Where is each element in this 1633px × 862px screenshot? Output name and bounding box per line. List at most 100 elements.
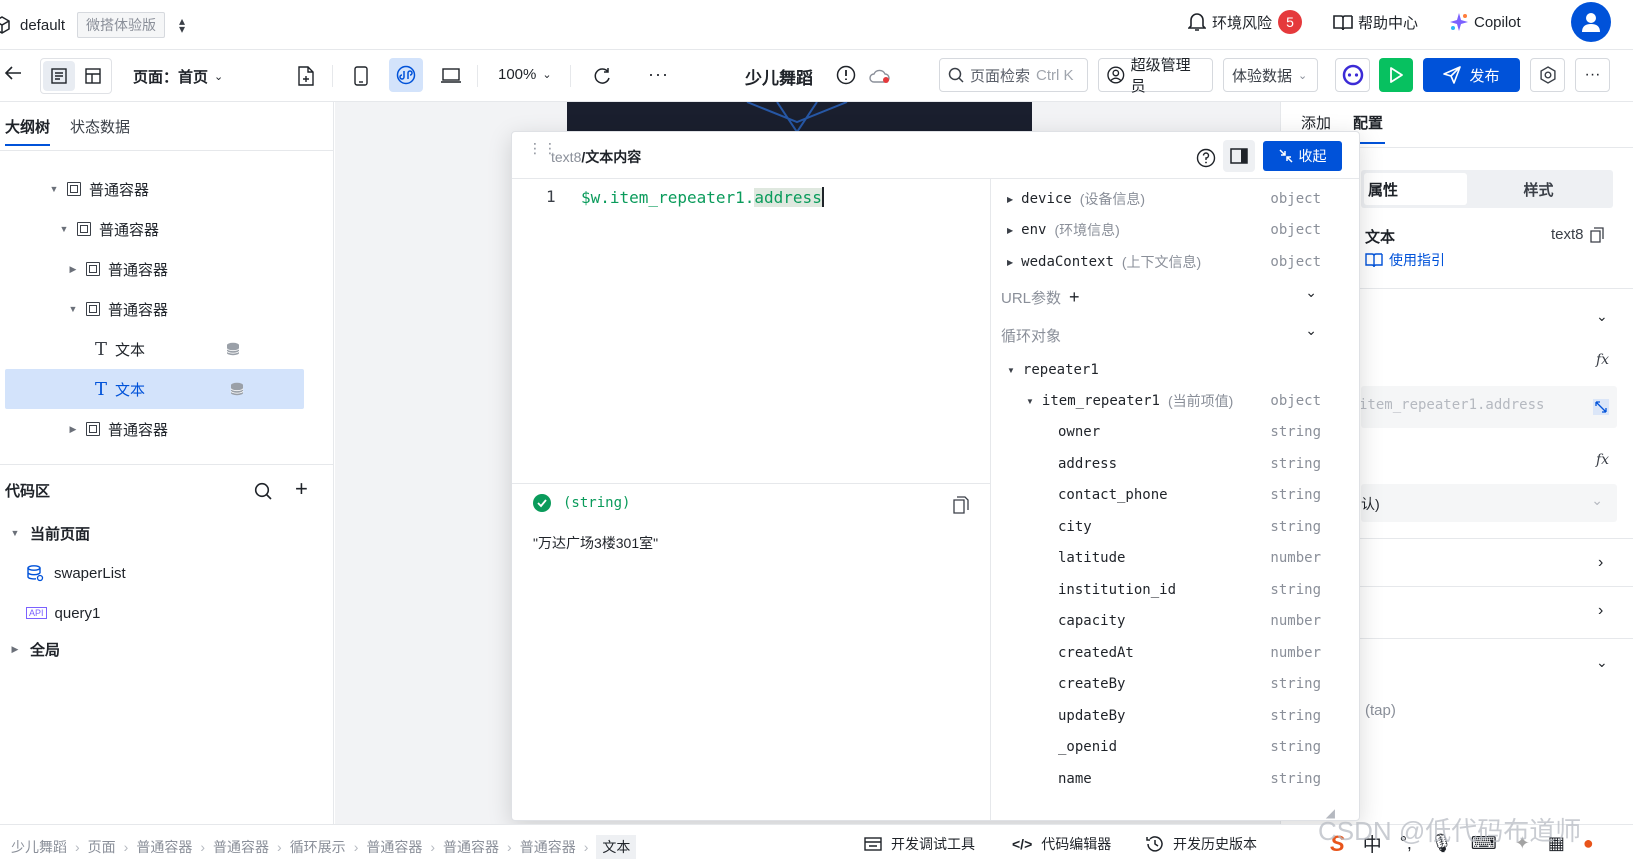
var-repeater1[interactable]: ▼ repeater1 xyxy=(991,355,1341,385)
code-editor-button[interactable]: </> 代码编辑器 xyxy=(1012,834,1111,854)
var-field[interactable]: owner string xyxy=(991,417,1341,447)
chevron-down-icon[interactable]: ⌄ xyxy=(1596,308,1608,325)
chevron-down-icon[interactable]: ⌄ xyxy=(1305,322,1317,339)
code-editor[interactable]: 1 $w.item_repeater1. address xyxy=(512,179,990,483)
expand-icon[interactable] xyxy=(1593,399,1609,415)
tree-current-page[interactable]: ▼ 当前页面 xyxy=(8,513,90,553)
breadcrumb-item[interactable]: 页面 xyxy=(88,837,116,857)
info-icon[interactable] xyxy=(836,65,856,85)
breadcrumb-item[interactable]: 文本 xyxy=(596,835,637,859)
cloud-sync-icon[interactable] xyxy=(868,68,890,84)
var-field[interactable]: institution_id string xyxy=(991,575,1341,605)
var-device[interactable]: ▶ device (设备信息) object xyxy=(991,184,1341,214)
caret-down-icon[interactable]: ▼ xyxy=(66,304,80,314)
copy-icon[interactable] xyxy=(1589,226,1604,243)
add-param-icon[interactable]: + xyxy=(1069,287,1080,308)
var-field[interactable]: _openid string xyxy=(991,732,1341,762)
code-item-swaperlist[interactable]: swaperList xyxy=(26,553,126,593)
breadcrumb-item[interactable]: 普通容器 xyxy=(520,837,576,857)
tree-node-text-selected[interactable]: T 文本 xyxy=(5,369,304,409)
var-field[interactable]: createdAt number xyxy=(991,638,1341,668)
tree-node-container[interactable]: ▼ 普通容器 xyxy=(57,209,159,249)
help-center-link[interactable]: 帮助中心 xyxy=(1333,12,1418,33)
loop-objects-section[interactable]: 循环对象 ⌄ xyxy=(991,320,1341,350)
breadcrumb-item[interactable]: 普通容器 xyxy=(213,837,269,857)
breadcrumb-item[interactable]: 少儿舞蹈 xyxy=(11,837,67,857)
tree-node-container[interactable]: ▼ 普通容器 xyxy=(66,289,168,329)
tab-config[interactable]: 配置 xyxy=(1353,112,1383,133)
breadcrumb-item[interactable]: 普通容器 xyxy=(136,837,192,857)
var-field[interactable]: updateBy string xyxy=(991,701,1341,731)
var-field[interactable]: capacity number xyxy=(991,606,1341,636)
chevron-down-icon[interactable]: ⌄ xyxy=(1596,654,1608,671)
role-selector[interactable]: 超级管理员 xyxy=(1098,57,1213,95)
format-select[interactable]: 认) ⌄ xyxy=(1361,484,1617,522)
chevron-right-icon[interactable]: › xyxy=(1598,554,1603,572)
ai-assistant-button[interactable] xyxy=(1335,58,1370,92)
chevron-right-icon[interactable]: › xyxy=(1598,602,1603,620)
more-menu-button[interactable]: ··· xyxy=(1575,58,1610,92)
caret-right-icon[interactable]: ▶ xyxy=(66,264,80,275)
tab-properties[interactable]: 属性 xyxy=(1364,173,1467,205)
var-field[interactable]: createBy string xyxy=(991,669,1341,699)
fx-icon[interactable]: fx xyxy=(1596,352,1609,368)
breadcrumb-item[interactable]: 普通容器 xyxy=(366,837,422,857)
more-icon[interactable]: ··· xyxy=(648,64,669,85)
code-item-query1[interactable]: API query1 xyxy=(26,593,100,633)
tree-global[interactable]: ▶ 全局 xyxy=(8,629,60,669)
var-wedacontext[interactable]: ▶ wedaContext (上下文信息) object xyxy=(991,247,1341,277)
tab-styles[interactable]: 样式 xyxy=(1467,173,1610,205)
caret-right-icon[interactable]: ▶ xyxy=(8,644,22,655)
caret-down-icon[interactable]: ▼ xyxy=(47,184,61,194)
var-field[interactable]: address string xyxy=(991,449,1341,479)
back-arrow-icon[interactable] xyxy=(4,64,22,82)
debug-tool-button[interactable]: 开发调试工具 xyxy=(864,834,975,854)
history-version-button[interactable]: 开发历史版本 xyxy=(1146,834,1257,854)
tree-node-container[interactable]: ▶ 普通容器 xyxy=(66,249,168,289)
help-question-icon[interactable] xyxy=(1196,148,1216,168)
run-preview-button[interactable] xyxy=(1379,58,1413,92)
publish-button[interactable]: 发布 xyxy=(1423,58,1520,92)
var-field[interactable]: city string xyxy=(991,512,1341,542)
fx-icon[interactable]: fx xyxy=(1596,452,1609,468)
tree-node-text[interactable]: T 文本 xyxy=(95,329,240,369)
mobile-device-icon[interactable] xyxy=(354,66,368,86)
more-ime-icon[interactable]: ● xyxy=(1583,833,1594,854)
search-icon[interactable] xyxy=(254,482,272,500)
var-field[interactable]: contact_phone string xyxy=(991,480,1341,510)
breadcrumb-item[interactable]: 循环展示 xyxy=(290,837,346,857)
miniprogram-device-button[interactable] xyxy=(389,58,423,92)
new-page-icon[interactable] xyxy=(297,66,315,86)
binding-expression-field[interactable]: item_repeater1.address xyxy=(1361,386,1617,428)
copy-result-icon[interactable] xyxy=(953,496,969,514)
page-search-button[interactable]: 页面检索 Ctrl K xyxy=(939,58,1088,92)
caret-down-icon[interactable]: ▼ xyxy=(8,528,22,538)
refresh-icon[interactable] xyxy=(592,66,612,86)
caret-down-icon[interactable]: ▼ xyxy=(57,224,71,234)
caret-right-icon[interactable]: ▶ xyxy=(66,424,80,435)
copilot-button[interactable]: Copilot xyxy=(1449,12,1521,32)
tree-node-container[interactable]: ▼ 普通容器 xyxy=(47,169,149,209)
data-mode-selector[interactable]: 体验数据 ⌄ xyxy=(1223,58,1318,92)
layout-view-button[interactable] xyxy=(77,61,109,91)
tab-add[interactable]: 添加 xyxy=(1301,112,1331,133)
collapse-button[interactable]: 收起 xyxy=(1263,141,1342,171)
outline-view-button[interactable] xyxy=(43,61,75,91)
settings-button[interactable] xyxy=(1530,58,1565,92)
user-avatar[interactable] xyxy=(1571,2,1611,42)
env-risk-button[interactable]: 环境风险 5 xyxy=(1188,10,1303,34)
usage-guide-link[interactable]: 使用指引 xyxy=(1365,250,1445,270)
desktop-device-icon[interactable] xyxy=(441,68,461,84)
toggle-sidebar-button[interactable] xyxy=(1223,140,1255,172)
var-field[interactable]: latitude number xyxy=(991,543,1341,573)
zoom-selector[interactable]: 100% ⌄ xyxy=(498,66,552,83)
url-params-section[interactable]: URL参数 + ⌄ xyxy=(991,282,1341,312)
var-field[interactable]: name string xyxy=(991,764,1341,794)
tab-state-data[interactable]: 状态数据 xyxy=(70,116,130,137)
var-env[interactable]: ▶ env (环境信息) object xyxy=(991,215,1341,245)
page-selector[interactable]: 页面：首页 ⌄ xyxy=(133,66,223,87)
breadcrumb-item[interactable]: 普通容器 xyxy=(443,837,499,857)
tab-outline-tree[interactable]: 大纲树 xyxy=(5,116,50,137)
chevron-down-icon[interactable]: ⌄ xyxy=(1305,284,1317,301)
var-item-repeater1[interactable]: ▼ item_repeater1 (当前项值) object xyxy=(991,386,1341,416)
